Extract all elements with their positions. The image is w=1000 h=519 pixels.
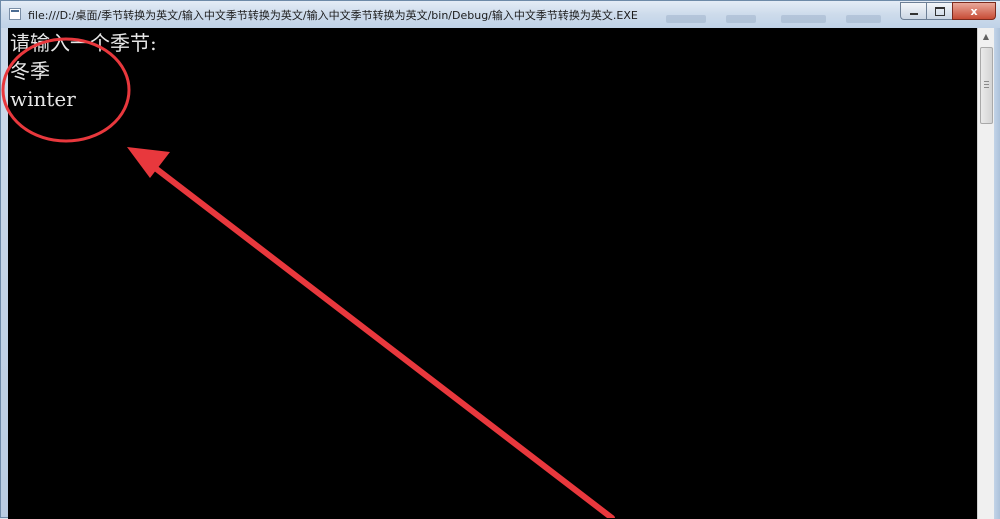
minimize-icon [909,13,918,15]
maximize-icon [934,6,945,16]
console-input-line: 冬季 [10,59,50,83]
chevron-up-icon: ▲ [982,32,990,41]
window-controls: x [900,2,996,21]
grip-line [984,84,989,85]
vertical-scrollbar[interactable]: ▲ [977,28,994,519]
maximize-button[interactable] [926,2,952,20]
background-window-ghost [656,1,901,28]
grip-line [984,81,989,82]
scroll-up-button[interactable]: ▲ [978,28,994,45]
scrollbar-thumb[interactable] [980,47,993,124]
console-app-icon[interactable] [9,8,21,20]
console-result-line: winter [10,87,76,111]
console-window: file:///D:/桌面/季节转换为英文/输入中文季节转换为英文/输入中文季节… [0,0,1000,519]
console-output[interactable]: 请输入一个季节: 冬季 winter [8,28,977,519]
close-icon: x [970,4,978,18]
window-title: file:///D:/桌面/季节转换为英文/输入中文季节转换为英文/输入中文季节… [28,9,638,22]
grip-line [984,87,989,88]
close-button[interactable]: x [952,2,996,20]
console-prompt-line: 请输入一个季节: [10,31,157,55]
minimize-button[interactable] [900,2,926,20]
title-bar[interactable]: file:///D:/桌面/季节转换为英文/输入中文季节转换为英文/输入中文季节… [1,1,1000,28]
window-frame-right [994,28,1000,519]
